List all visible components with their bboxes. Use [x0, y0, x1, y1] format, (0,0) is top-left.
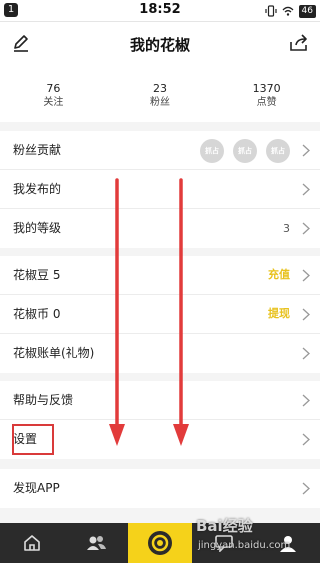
menu-item-help[interactable]: 帮助与反馈	[0, 381, 320, 420]
chevron-right-icon	[302, 308, 310, 321]
menu-item-label: 发现APP	[13, 481, 60, 495]
friends-icon	[87, 536, 106, 550]
stat-label: 粉丝	[150, 97, 170, 108]
stat-following[interactable]: 76 关注	[0, 66, 107, 122]
menu-item-fans-contribution[interactable]: 粉丝贡献 抓占 抓占 抓占	[0, 131, 320, 170]
recharge-link[interactable]: 充值	[268, 267, 290, 283]
live-camera-icon	[148, 531, 172, 555]
menu-group-discover: 发现APP	[0, 469, 320, 508]
stat-label: 点赞	[256, 97, 277, 108]
menu-group-profile: 粉丝贡献 抓占 抓占 抓占 我发布的 我的等级 3	[0, 131, 320, 248]
wifi-icon	[282, 5, 294, 17]
stat-value: 1370	[252, 82, 281, 95]
profile-icon	[280, 536, 296, 552]
home-icon	[24, 535, 40, 551]
avatar: 抓占	[233, 139, 257, 163]
menu-item-discover-app[interactable]: 发现APP	[0, 469, 320, 508]
menu-group-wallet: 花椒豆 5 充值 花椒币 0 提现 花椒账单(礼物)	[0, 256, 320, 373]
profile-stats: 76 关注 23 粉丝 1370 点赞	[0, 66, 320, 122]
avatar: 抓占	[266, 139, 290, 163]
menu-item-coins[interactable]: 花椒币 0 提现	[0, 295, 320, 334]
stat-value: 23	[153, 82, 167, 95]
menu-item-label: 花椒账单(礼物)	[13, 346, 95, 360]
message-icon	[215, 535, 233, 552]
tab-friends[interactable]	[64, 523, 128, 563]
chevron-right-icon	[302, 394, 310, 407]
tab-messages[interactable]	[192, 523, 256, 563]
battery-indicator: 46	[298, 4, 316, 18]
stat-label: 关注	[43, 97, 64, 108]
menu-item-label: 帮助与反馈	[13, 393, 74, 407]
menu-item-label: 粉丝贡献	[13, 143, 62, 157]
chevron-right-icon	[302, 183, 310, 196]
stat-value: 76	[46, 82, 61, 95]
chevron-right-icon	[302, 482, 310, 495]
menu-item-label: 花椒豆 5	[13, 268, 61, 282]
fan-avatar-list: 抓占 抓占 抓占	[200, 139, 290, 163]
menu-item-beans[interactable]: 花椒豆 5 充值	[0, 256, 320, 295]
app-header: 我的花椒	[0, 22, 320, 66]
share-icon[interactable]	[288, 32, 310, 54]
withdraw-link[interactable]: 提现	[268, 306, 290, 322]
menu-item-label: 我发布的	[13, 182, 62, 196]
level-value: 3	[283, 222, 290, 235]
tab-home[interactable]	[0, 523, 64, 563]
avatar: 抓占	[200, 139, 224, 163]
menu-item-bill[interactable]: 花椒账单(礼物)	[0, 334, 320, 373]
tab-live[interactable]	[128, 523, 192, 563]
chevron-right-icon	[302, 222, 310, 235]
menu-item-label: 我的等级	[13, 221, 62, 235]
stat-likes[interactable]: 1370 点赞	[213, 66, 320, 122]
page-title: 我的花椒	[129, 36, 190, 54]
menu-item-label: 花椒币 0	[13, 307, 61, 321]
status-icons: 46	[264, 3, 316, 19]
settings-highlight-box	[12, 424, 54, 455]
chevron-right-icon	[302, 433, 310, 446]
status-bar: 1 18:52 46	[0, 0, 320, 22]
chevron-right-icon	[302, 144, 310, 157]
bottom-tab-bar	[0, 523, 320, 563]
chevron-right-icon	[302, 347, 310, 360]
tab-profile[interactable]	[256, 523, 320, 563]
vibrate-icon	[264, 5, 277, 17]
chevron-right-icon	[302, 269, 310, 282]
stat-fans[interactable]: 23 粉丝	[107, 66, 214, 122]
menu-item-my-level[interactable]: 我的等级 3	[0, 209, 320, 248]
menu-item-my-posts[interactable]: 我发布的	[0, 170, 320, 209]
profile-screen: 1 18:52 46 我的花椒 76 关注 23 粉丝 1370 点赞 粉丝贡献…	[0, 0, 320, 563]
